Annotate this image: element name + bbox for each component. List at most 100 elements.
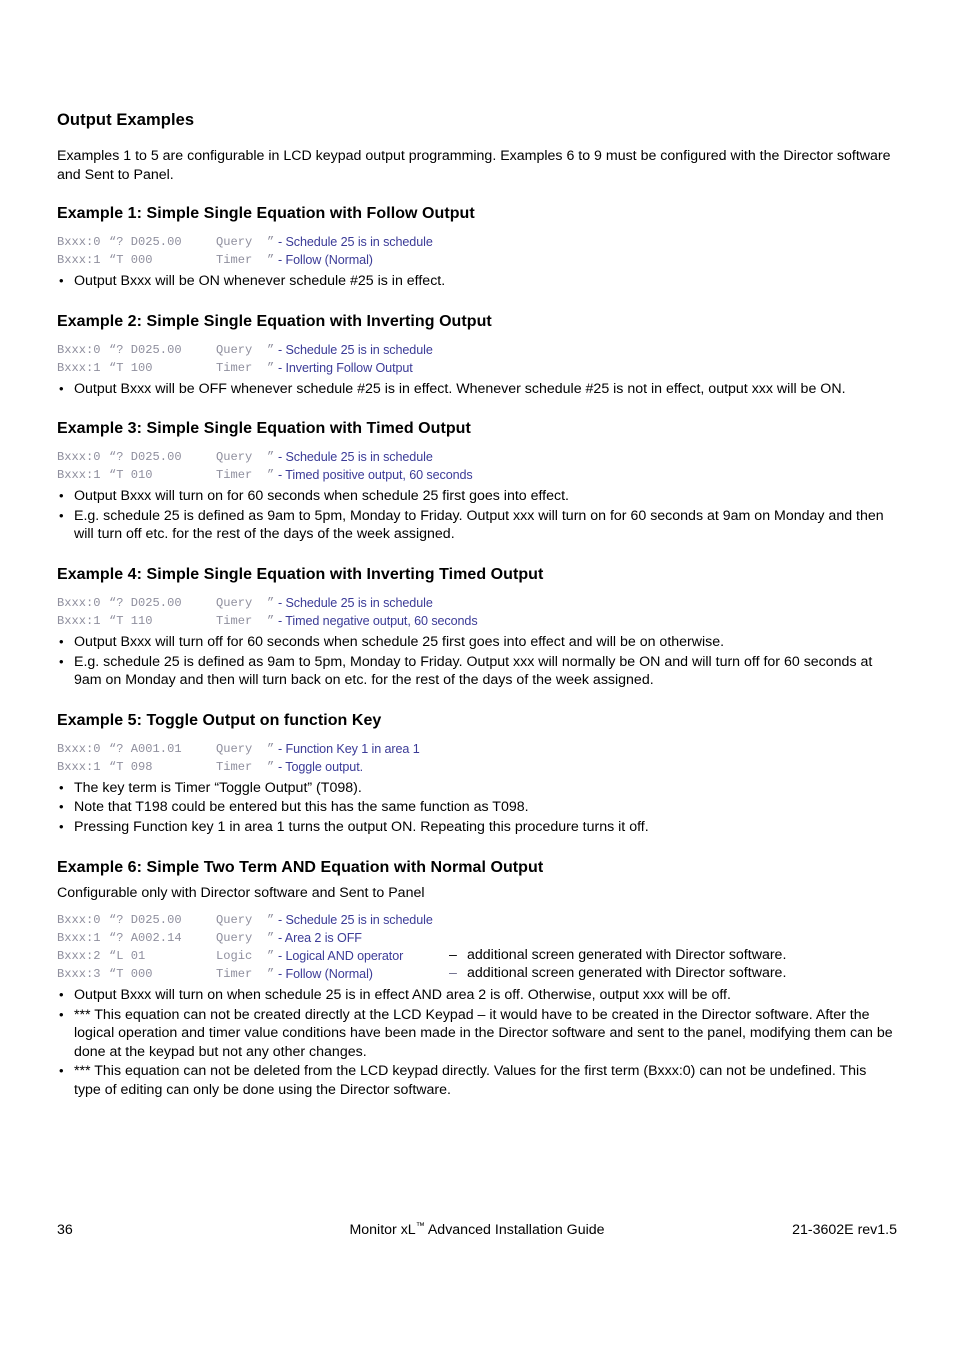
term-description: - Follow (Normal) — [278, 967, 373, 982]
term-kind: Logic — [215, 949, 253, 964]
equation-term-row: Bxxx:1 “? A002.14 Query ” - Area 2 is OFF — [57, 929, 897, 947]
term-expression: ? D025.00 — [116, 913, 182, 928]
open-quote: “ — [109, 913, 117, 928]
page-content: Output Examples Examples 1 to 5 are conf… — [57, 110, 897, 1101]
term-kind: Timer — [215, 468, 253, 483]
open-quote: “ — [109, 967, 117, 982]
example-bullet-list-2: Output Bxxx will be OFF whenever schedul… — [57, 380, 897, 399]
equation-term-row: Bxxx:2 “L 01 Logic ” - Logical AND operator –… — [57, 947, 897, 965]
term-expression: ? D025.00 — [116, 342, 182, 357]
equation-term-row: Bxxx:0 “? D025.00 Query ” - Schedule 25 is i… — [57, 448, 897, 466]
director-software-note-text: additional screen generated with Directo… — [467, 965, 787, 982]
example-heading-5: Example 5: Toggle Output on function Key — [57, 711, 382, 729]
en-dash-icon: – — [449, 947, 457, 964]
term-expression: ? A002.14 — [116, 931, 182, 946]
term-kind: Timer — [215, 253, 253, 267]
equation-code-block-1: Bxxx:0 “? D025.00 Query” - Schedule 25 is i… — [57, 233, 897, 269]
equation-term-row: Bxxx:0 “? D025.00 Query ” - Schedule 25 is i… — [57, 233, 897, 251]
term-kind: Query — [215, 595, 253, 610]
term-description: - Follow (Normal) — [278, 253, 373, 267]
list-item: *** This equation can not be deleted fro… — [57, 1062, 897, 1099]
term-description: - Inverting Follow Output — [278, 360, 413, 375]
equation-term-row: Bxxx:0 “? D025.00 Query ” - Schedule 25 is i… — [57, 341, 897, 359]
list-item: Pressing Function key 1 in area 1 turns … — [57, 818, 897, 837]
term-kind: Query — [215, 913, 253, 928]
close-quote: ” — [267, 253, 275, 267]
close-quote: ” — [267, 741, 275, 756]
equation-term-row: Bxxx:0 “? D025.00 Query ” - Schedule 25 is i… — [57, 911, 897, 929]
equation-code-block-3: Bxxx:0 “? D025.00 Query” - Schedule 25 is i… — [57, 448, 897, 484]
term-description: - Timed negative output, 60 seconds — [278, 613, 478, 628]
term-description: - Timed positive output, 60 seconds — [278, 468, 473, 483]
examples-container: Example 1: Simple Single Equation with F… — [57, 184, 897, 1100]
term-expression: L 01 — [116, 949, 146, 964]
open-quote: “ — [109, 360, 117, 375]
open-quote: “ — [109, 450, 117, 465]
term-id: Bxxx:0 — [57, 450, 101, 465]
list-item: Output Bxxx will turn on for 60 seconds … — [57, 487, 897, 506]
page-footer: 36 Monitor xL™ Advanced Installation Gui… — [57, 1220, 897, 1240]
list-item: Output Bxxx will turn on when schedule 2… — [57, 986, 897, 1005]
close-quote: ” — [267, 913, 275, 928]
term-description: - Area 2 is OFF — [278, 931, 362, 946]
close-quote: ” — [267, 967, 275, 982]
term-kind: Query — [215, 342, 253, 357]
document-page: Output Examples Examples 1 to 5 are conf… — [0, 0, 954, 1350]
term-description: - Schedule 25 is in schedule — [278, 450, 433, 465]
example-bullet-list-6: Output Bxxx will turn on when schedule 2… — [57, 986, 897, 1100]
example-heading-3: Example 3: Simple Single Equation with T… — [57, 420, 471, 438]
term-id: Bxxx:1 — [57, 468, 101, 483]
open-quote: “ — [109, 342, 117, 357]
open-quote: “ — [109, 931, 117, 946]
term-kind: Query — [215, 741, 253, 756]
director-software-note-text: additional screen generated with Directo… — [467, 947, 787, 964]
term-expression: ? D025.00 — [116, 595, 182, 610]
equation-term-row: Bxxx:0 “? D025.00 Query ” - Schedule 25 is i… — [57, 594, 897, 612]
equation-term-row: Bxxx:1 “T 010 Timer ” - Timed positive outpu… — [57, 466, 897, 484]
term-id: Bxxx:2 — [57, 949, 101, 964]
equation-code-block-6: Bxxx:0 “? D025.00 Query” - Schedule 25 is i… — [57, 911, 897, 983]
example-bullet-list-5: The key term is Timer “Toggle Output” (T… — [57, 779, 897, 837]
close-quote: ” — [267, 450, 275, 465]
list-item: Output Bxxx will be ON whenever schedule… — [57, 272, 897, 291]
open-quote: “ — [109, 253, 117, 267]
term-description: - Schedule 25 is in schedule — [278, 342, 433, 357]
footer-title-rest: Advanced Installation Guide — [424, 1222, 605, 1238]
close-quote: ” — [267, 613, 275, 628]
term-id: Bxxx:0 — [57, 741, 101, 756]
term-id: Bxxx:1 — [57, 759, 101, 774]
term-expression: T 110 — [116, 613, 153, 628]
close-quote: ” — [267, 595, 275, 610]
example-heading-6: Example 6: Simple Two Term AND Equation … — [57, 858, 544, 876]
term-expression: T 100 — [116, 360, 153, 375]
open-quote: “ — [109, 468, 117, 483]
intro-paragraph: Examples 1 to 5 are configurable in LCD … — [57, 148, 891, 183]
term-id: Bxxx:1 — [57, 253, 101, 267]
term-description: - Schedule 25 is in schedule — [278, 595, 433, 610]
term-kind: Timer — [215, 967, 253, 982]
open-quote: “ — [109, 759, 117, 774]
term-id: Bxxx:0 — [57, 595, 101, 610]
term-id: Bxxx:1 — [57, 931, 101, 946]
director-software-note: – additional screen generated with Direct… — [449, 964, 786, 982]
example-subtitle-6: Configurable only with Director software… — [57, 884, 425, 901]
term-kind: Query — [215, 450, 253, 465]
term-expression: T 098 — [116, 759, 153, 774]
term-kind: Query — [215, 931, 253, 946]
term-kind: Query — [215, 235, 253, 249]
page-title: Output Examples — [57, 111, 195, 129]
open-quote: “ — [109, 949, 117, 964]
term-id: Bxxx:1 — [57, 613, 101, 628]
example-bullet-list-4: Output Bxxx will turn off for 60 seconds… — [57, 633, 897, 690]
list-item: Output Bxxx will turn off for 60 seconds… — [57, 633, 897, 652]
open-quote: “ — [109, 613, 117, 628]
term-kind: Timer — [215, 759, 253, 774]
